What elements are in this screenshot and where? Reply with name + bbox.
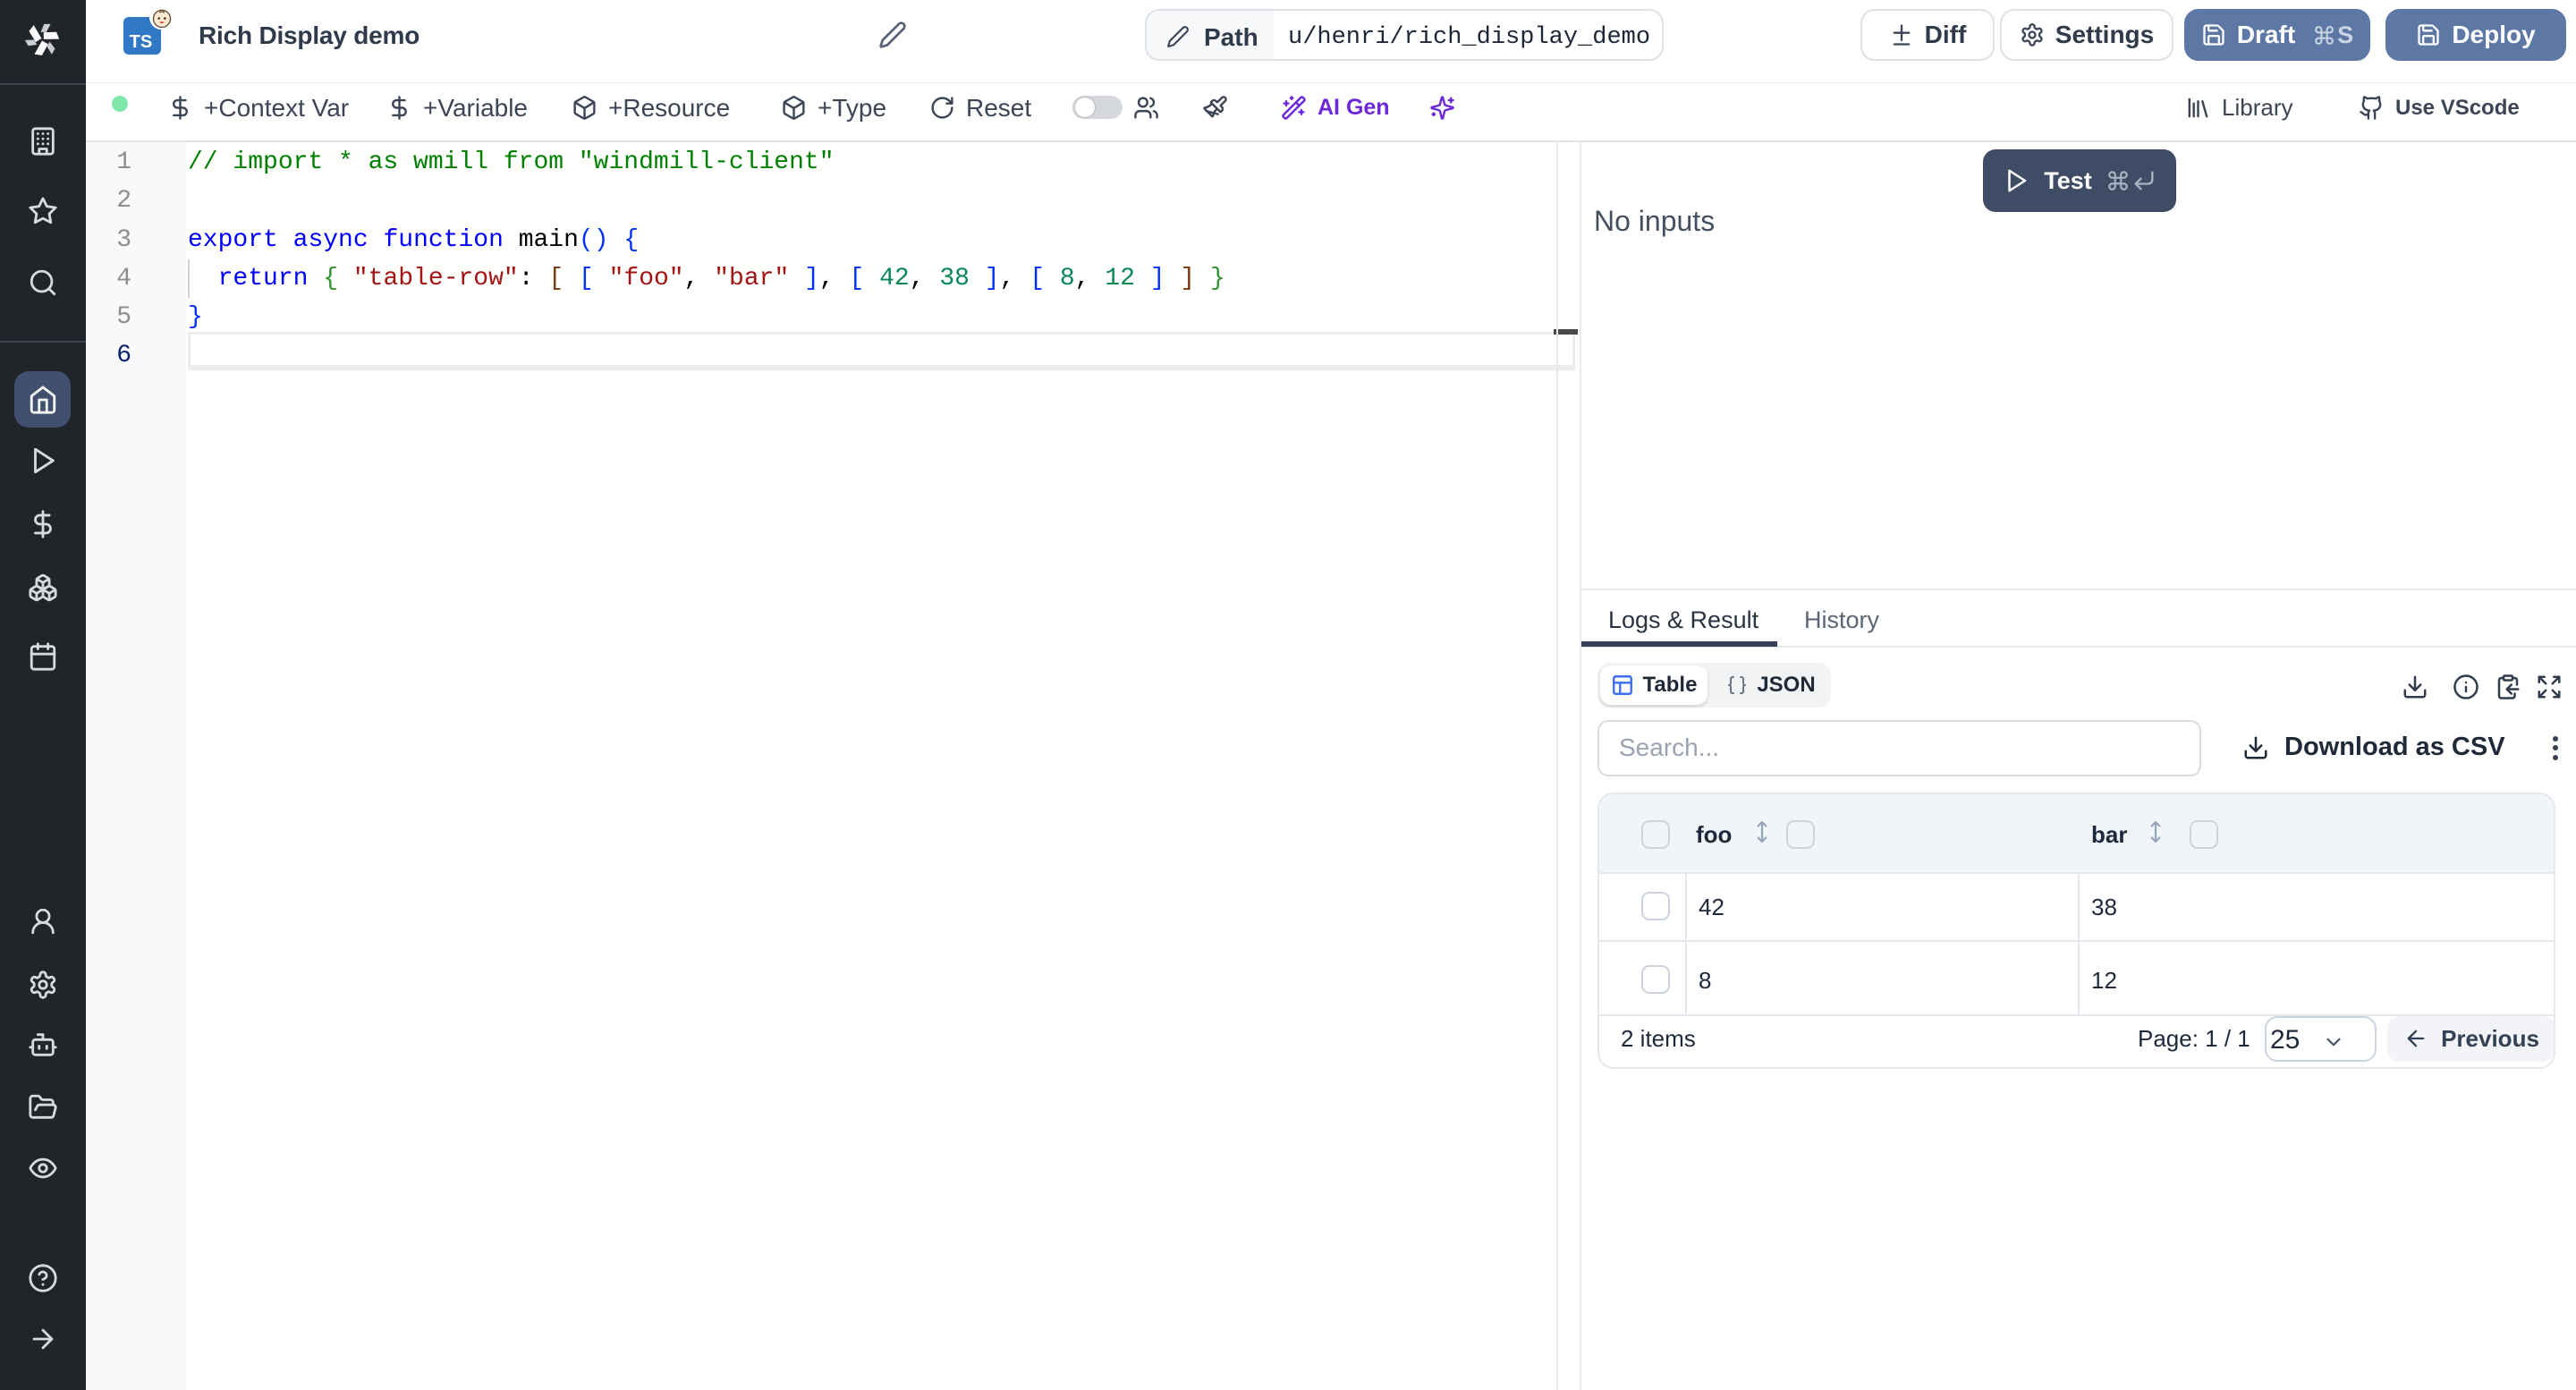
svg-text:TS: TS xyxy=(130,32,153,52)
